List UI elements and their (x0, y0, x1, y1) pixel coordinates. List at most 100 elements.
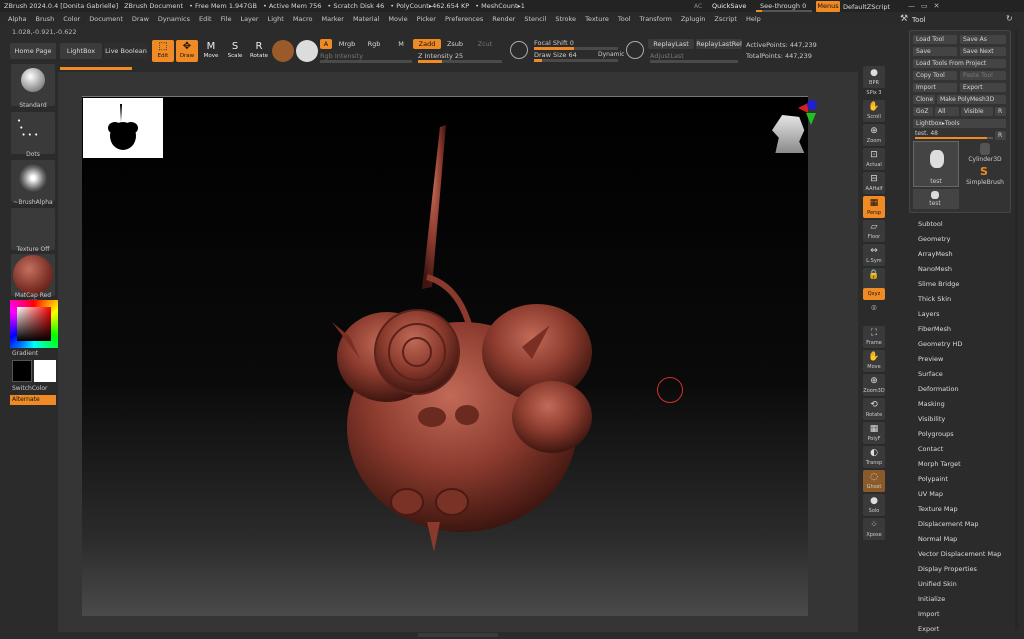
unified-skin-item[interactable]: Unified Skin (918, 580, 957, 588)
navigator-thumbnail[interactable] (83, 98, 163, 158)
contact-item[interactable]: Contact (918, 445, 943, 453)
menu-marker[interactable]: Marker (321, 15, 343, 23)
zcut-button[interactable]: Zcut (476, 39, 494, 49)
load-tool-button[interactable]: Load Tool (913, 35, 957, 44)
floor-button[interactable]: ▱ Floor (863, 220, 885, 242)
draw-size-slider[interactable] (534, 59, 618, 62)
m-button[interactable]: M (396, 39, 406, 49)
switchcolor-button[interactable]: SwitchColor (12, 385, 56, 392)
ghost-button[interactable]: ◌ Ghost (863, 470, 885, 492)
geometry-item[interactable]: Geometry (918, 235, 950, 243)
menu-preferences[interactable]: Preferences (445, 15, 483, 23)
a-button[interactable]: A (320, 39, 332, 49)
geometry-hd-item[interactable]: Geometry HD (918, 340, 962, 348)
viewport-canvas[interactable] (82, 96, 817, 616)
export-item[interactable]: Export (918, 625, 939, 633)
edit-button[interactable]: ⬚ Edit (152, 40, 174, 62)
menu-tool[interactable]: Tool (618, 15, 631, 23)
uv-map-item[interactable]: UV Map (918, 490, 943, 498)
menu-zplugin[interactable]: Zplugin (681, 15, 706, 23)
menu-brush[interactable]: Brush (35, 15, 54, 23)
menu-color[interactable]: Color (63, 15, 80, 23)
replaylastrel-button[interactable]: ReplayLastRel (696, 39, 742, 49)
rotate-button[interactable]: R Rotate (248, 40, 270, 62)
normal-map-item[interactable]: Normal Map (918, 535, 957, 543)
dots-stroke-tile[interactable]: • • • • • (11, 112, 55, 154)
lightbox-tools-button[interactable]: Lightbox▸Tools (913, 119, 1006, 128)
scroll-button[interactable]: ✋ Scroll (863, 100, 885, 122)
menu-help[interactable]: Help (746, 15, 761, 23)
r-button-2[interactable]: R (995, 131, 1006, 140)
xpose-button[interactable]: ⁘ Xpose (863, 518, 885, 540)
bpr-button[interactable]: ● BPR (863, 66, 885, 88)
polypaint-item[interactable]: Polypaint (918, 475, 948, 483)
rgb-intensity-slider[interactable] (320, 60, 412, 63)
nanomesh-item[interactable]: NanoMesh (918, 265, 952, 273)
menu-texture[interactable]: Texture (585, 15, 609, 23)
aahalf-button[interactable]: ⊟ AAHalf (863, 172, 885, 194)
menu-document[interactable]: Document (89, 15, 123, 23)
move-button[interactable]: M Move (200, 40, 222, 62)
transp-button[interactable]: ◐ Transp (863, 446, 885, 468)
dynamic-button[interactable]: Dynamic (598, 51, 624, 58)
goz-button[interactable]: GoZ (913, 107, 933, 116)
save-button[interactable]: Save (913, 47, 957, 56)
menu-zscript[interactable]: Zscript (714, 15, 737, 23)
menu-layer[interactable]: Layer (240, 15, 258, 23)
fibermesh-item[interactable]: FiberMesh (918, 325, 951, 333)
menu-alpha[interactable]: Alpha (8, 15, 26, 23)
deformation-item[interactable]: Deformation (918, 385, 959, 393)
zadd-button[interactable]: Zadd (413, 39, 441, 49)
rgb-button[interactable]: Rgb (366, 39, 382, 49)
menu-stencil[interactable]: Stencil (524, 15, 546, 23)
morph-target-item[interactable]: Morph Target (918, 460, 961, 468)
display-properties-item[interactable]: Display Properties (918, 565, 977, 573)
import-button[interactable]: Import (913, 83, 957, 92)
standard-brush-tile[interactable] (11, 64, 55, 106)
menu-transform[interactable]: Transform (640, 15, 672, 23)
tool-thumb-simplebrush[interactable]: S SimpleBrush (962, 165, 1008, 187)
persp-button[interactable]: ▦ Persp (863, 196, 885, 218)
tool-thumb-cylinder[interactable]: Cylinder3D (962, 143, 1008, 163)
home-page-button[interactable]: Home Page (10, 43, 56, 59)
polygroups-item[interactable]: Polygroups (918, 430, 954, 438)
live-boolean-button[interactable]: Live Boolean (104, 43, 148, 59)
subtool-item[interactable]: Subtool (918, 220, 943, 228)
matcap-tile[interactable] (11, 254, 55, 296)
texture-swirl-icon[interactable] (296, 40, 318, 62)
refresh-icon[interactable]: ↻ (1006, 14, 1013, 23)
preview-item[interactable]: Preview (918, 355, 943, 363)
visible-button[interactable]: Visible (961, 107, 993, 116)
surface-item[interactable]: Surface (918, 370, 943, 378)
lightbox-button[interactable]: LightBox (60, 43, 102, 59)
menu-edit[interactable]: Edit (199, 15, 212, 23)
texture-map-item[interactable]: Texture Map (918, 505, 958, 513)
save-as-button[interactable]: Save As (960, 35, 1006, 44)
replaylast-button[interactable]: ReplayLast (648, 39, 694, 49)
menu-stroke[interactable]: Stroke (555, 15, 576, 23)
actual-button[interactable]: ⊡ Actual (863, 148, 885, 170)
rotate-view-button[interactable]: ⟲ Rotate (863, 398, 885, 420)
menu-light[interactable]: Light (268, 15, 284, 23)
menu-dynamics[interactable]: Dynamics (158, 15, 190, 23)
bottom-tray-handle[interactable] (418, 633, 498, 637)
texture-off-tile[interactable] (11, 208, 55, 250)
r-button[interactable]: R (995, 107, 1006, 116)
frame-button[interactable]: ⛶ Frame (863, 326, 885, 348)
load-tools-from-project-button[interactable]: Load Tools From Project (913, 59, 1006, 68)
menu-draw[interactable]: Draw (132, 15, 149, 23)
polyf-button[interactable]: ▦ PolyF (863, 422, 885, 444)
menu-picker[interactable]: Picker (417, 15, 436, 23)
color-picker[interactable] (10, 300, 58, 348)
import-item[interactable]: Import (918, 610, 940, 618)
initialize-item[interactable]: Initialize (918, 595, 945, 603)
close-icon[interactable]: ✕ (934, 2, 940, 10)
mrgb-button[interactable]: Mrgb (336, 39, 358, 49)
tool-thumb-test-small[interactable]: test (913, 189, 959, 209)
masking-item[interactable]: Masking (918, 400, 945, 408)
all-button[interactable]: All (935, 107, 959, 116)
material-sphere-icon[interactable] (272, 40, 294, 62)
qxyz-button[interactable]: Qxyz (863, 288, 885, 300)
scale-button[interactable]: S Scale (224, 40, 246, 62)
menu-movie[interactable]: Movie (388, 15, 407, 23)
